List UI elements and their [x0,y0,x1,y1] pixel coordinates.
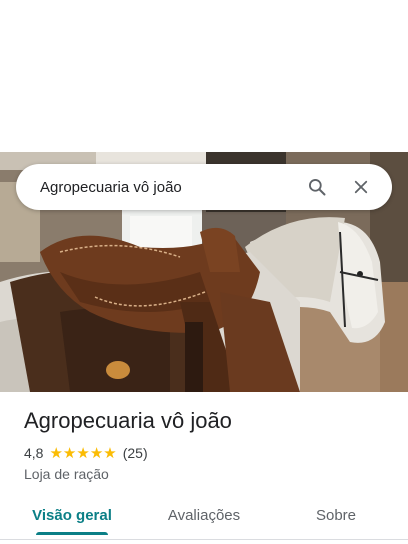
search-icon[interactable] [300,170,334,204]
place-category: Loja de ração [24,466,109,482]
tabs-divider [0,539,408,540]
star-icon: ★ [76,444,90,462]
close-icon[interactable] [344,170,378,204]
map-area-blank [0,0,408,152]
rating-value: 4,8 [24,445,44,461]
active-tab-indicator [36,532,108,535]
reviews-count[interactable]: (25) [123,445,148,461]
place-title: Agropecuaria vô joão [24,408,232,433]
tab-bar: Visão geral Avaliações Sobre [0,496,408,538]
star-icon: ★ [49,444,63,462]
star-icon: ★ [89,444,104,462]
rating-row[interactable]: 4,8 ★ ★ ★ ★ ★ (25) [24,444,148,462]
search-input[interactable]: Agropecuaria vô joão [40,179,300,196]
tab-reviews[interactable]: Avaliações [150,496,258,534]
tab-about[interactable]: Sobre [282,496,390,534]
search-bar[interactable]: Agropecuaria vô joão [16,164,392,210]
tab-overview[interactable]: Visão geral [18,496,126,534]
star-rating: ★ ★ ★ ★ ★ [49,446,116,461]
star-icon: ★ [62,444,77,462]
star-icon: ★ [103,444,117,462]
